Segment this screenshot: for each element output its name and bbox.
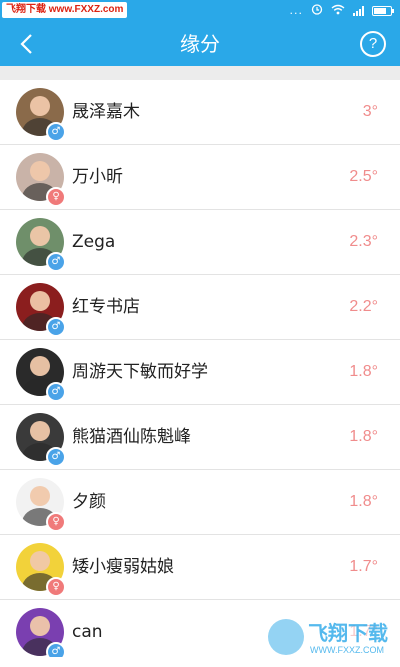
watermark-url: WWW.FXXZ.COM [310,645,384,655]
gender-icon: ♀ [46,512,66,532]
gender-icon: ♀ [46,577,66,597]
gender-icon: ♂ [46,122,66,142]
match-degree: 2.3° [349,233,378,250]
signal-icon [353,5,364,16]
watermark-logo-icon [268,619,304,655]
avatar-face [30,551,50,571]
match-degree: 2.5° [349,168,378,185]
avatar-face [30,96,50,116]
page-title: 缘分 [180,32,220,56]
gender-icon: ♂ [46,447,66,467]
watermark-logo: 飞翔下载 WWW.FXXZ.COM [264,613,394,663]
user-name: 熊猫酒仙陈魁峰 [72,427,191,447]
alarm-icon [311,3,323,18]
status-icons: ... [289,3,394,18]
gender-icon: ♀ [46,187,66,207]
list-item[interactable]: ♀ 万小昕 2.5° [0,145,400,210]
match-degree: 2.2° [349,298,378,315]
watermark-text: 飞翔下载 [308,621,388,645]
match-list: ♂ 晟泽嘉木 3° ♀ 万小昕 2.5° ♂ Zega 2.3° ♂ 红专书店 2.2° ♂ 周游天下敏而… [0,80,400,665]
list-item[interactable]: ♂ 熊猫酒仙陈魁峰 1.8° [0,405,400,470]
avatar-face [30,356,50,376]
avatar-face [30,616,50,636]
user-name: 万小昕 [72,167,123,187]
avatar-face [30,486,50,506]
notification-dots: ... [289,4,303,17]
wifi-icon [331,4,345,18]
gender-icon: ♂ [46,382,66,402]
user-name: can [72,622,103,642]
avatar-face [30,421,50,441]
user-name: Zega [72,232,116,252]
avatar-face [30,226,50,246]
list-item[interactable]: ♂ 晟泽嘉木 3° [0,80,400,145]
gender-icon: ♂ [46,252,66,272]
user-name: 矮小瘦弱姑娘 [72,557,174,577]
user-name: 晟泽嘉木 [72,102,140,122]
match-degree: 3° [362,103,378,120]
avatar-face [30,291,50,311]
help-button[interactable]: ? [360,31,386,57]
battery-icon [372,5,394,16]
user-name: 夕颜 [72,492,106,512]
status-bar: 飞翔下载 www.FXXZ.com ... [0,0,400,22]
list-item[interactable]: ♂ Zega 2.3° [0,210,400,275]
watermark-badge: 飞翔下载 www.FXXZ.com [2,2,128,18]
app-bar: 缘分 ? [0,22,400,66]
gender-icon: ♂ [46,317,66,337]
match-degree: 1.7° [349,558,378,575]
user-name: 周游天下敏而好学 [72,362,208,382]
list-item[interactable]: ♂ 周游天下敏而好学 1.8° [0,340,400,405]
list-item[interactable]: ♂ 红专书店 2.2° [0,275,400,340]
match-degree: 1.8° [349,493,378,510]
list-item[interactable]: ♀ 矮小瘦弱姑娘 1.7° [0,535,400,600]
avatar-face [30,161,50,181]
match-degree: 1.8° [349,363,378,380]
user-name: 红专书店 [72,297,140,317]
match-degree: 1.8° [349,428,378,445]
list-item[interactable]: ♀ 夕颜 1.8° [0,470,400,535]
